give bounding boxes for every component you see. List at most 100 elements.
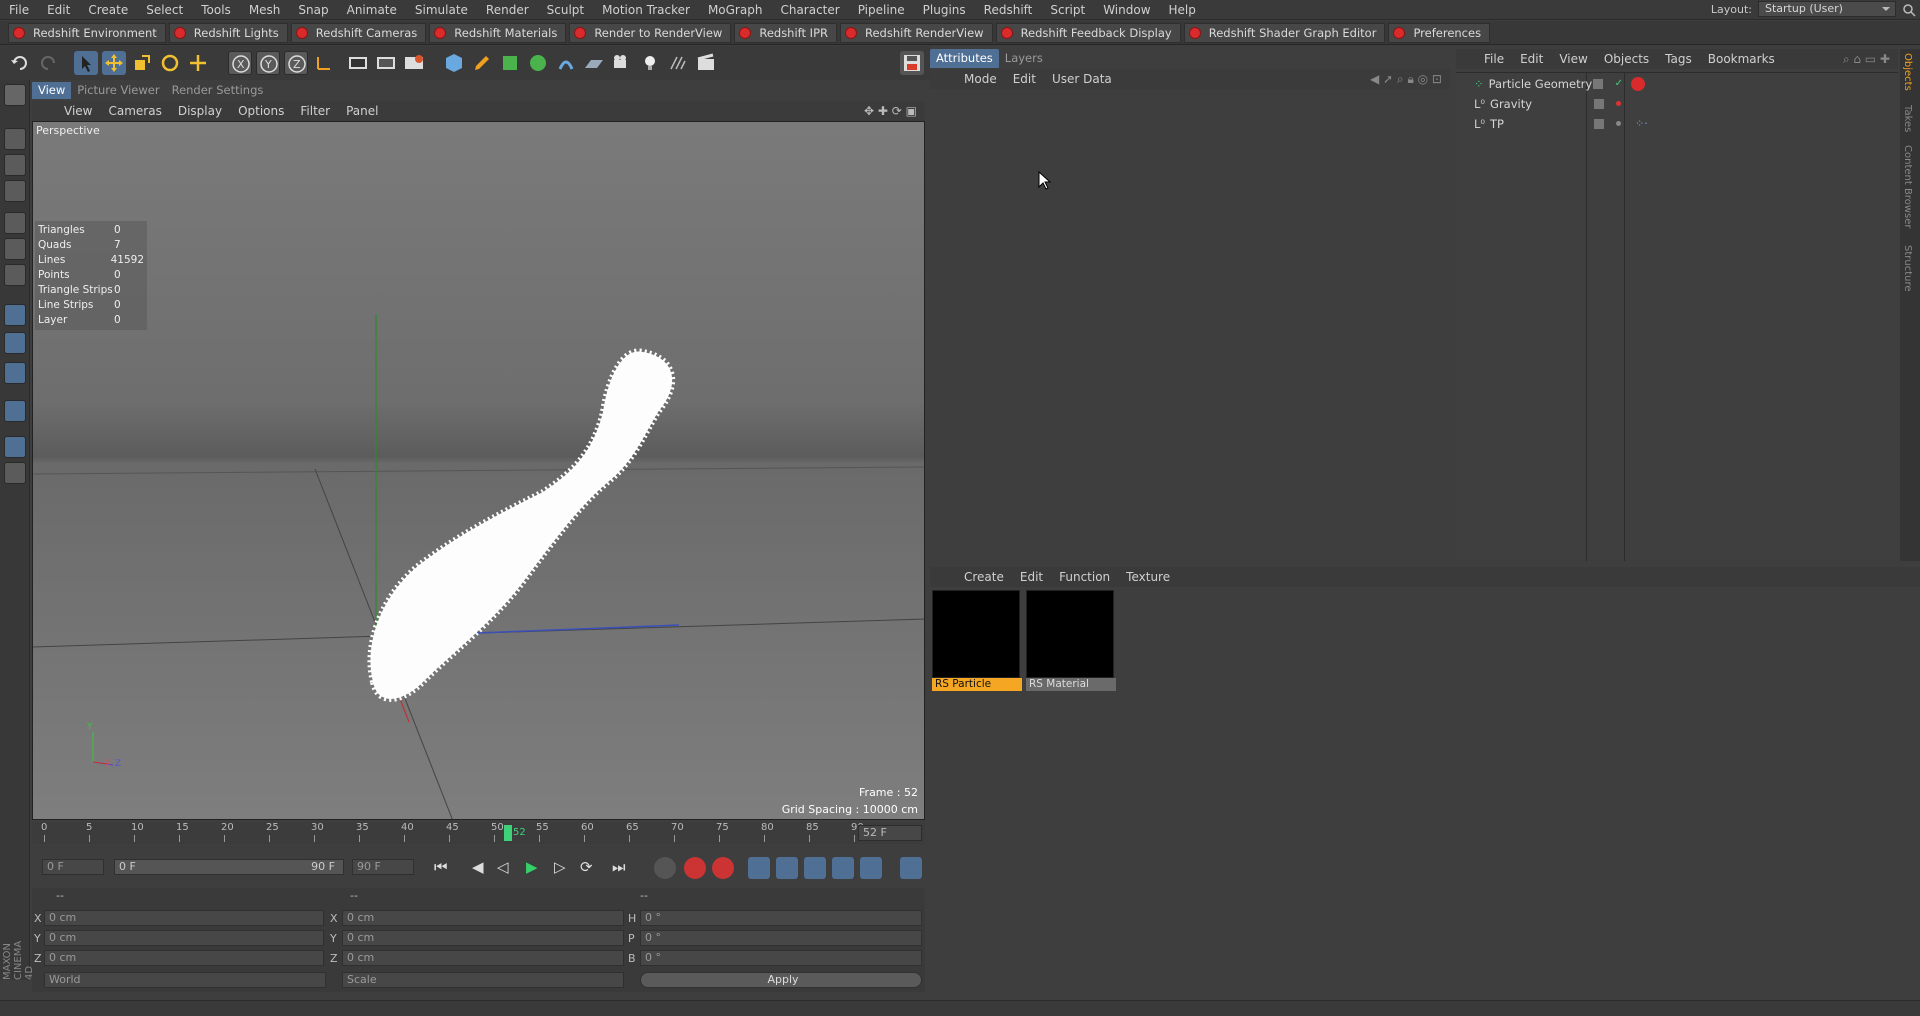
obj-menu-bookmarks[interactable]: Bookmarks xyxy=(1700,52,1783,66)
polygons-mode-icon[interactable] xyxy=(4,264,26,286)
layer-lock-icon[interactable] xyxy=(4,436,26,458)
menu-tools[interactable]: Tools xyxy=(192,3,240,17)
menu-render[interactable]: Render xyxy=(477,3,538,17)
viewport-nav-icons[interactable]: ✥ ✚ ⟳ ▣ xyxy=(864,104,917,118)
obj-menu-file[interactable]: File xyxy=(1476,52,1512,66)
menu-animate[interactable]: Animate xyxy=(338,3,406,17)
menu-character[interactable]: Character xyxy=(771,3,848,17)
scale-tool-icon[interactable] xyxy=(130,51,154,75)
material-rs-particle[interactable]: RS Particle xyxy=(932,590,1022,694)
rot-h-field[interactable]: 0 ° xyxy=(640,910,922,926)
autokey-icon[interactable] xyxy=(654,857,676,879)
menu-mesh[interactable]: Mesh xyxy=(240,3,290,17)
apply-button[interactable]: Apply xyxy=(640,972,922,988)
playhead[interactable] xyxy=(504,825,512,841)
menu-sculpt[interactable]: Sculpt xyxy=(538,3,593,17)
redshift-cameras-button[interactable]: Redshift Cameras xyxy=(290,22,427,43)
axis-mode-icon[interactable] xyxy=(4,304,26,326)
timeline-ruler[interactable]: 051015202530354045505560657075808590 52 … xyxy=(32,822,925,844)
obj-nav-icons[interactable]: ⌕ ⌂ ▭ ✚ xyxy=(1843,52,1890,67)
side-tab-content-browser[interactable]: Content Browser xyxy=(1902,145,1913,228)
keyframe-selection-icon[interactable] xyxy=(712,857,734,879)
tab-attributes[interactable]: Attributes xyxy=(930,49,999,68)
particle-tag-icon[interactable]: ⁘· xyxy=(1635,117,1648,130)
hair-icon[interactable] xyxy=(666,51,690,75)
tab-layers[interactable]: Layers xyxy=(999,49,1049,68)
menu-simulate[interactable]: Simulate xyxy=(406,3,477,17)
workplane-icon[interactable] xyxy=(4,180,26,202)
size-z-field[interactable]: 0 cm xyxy=(342,950,624,966)
magnet-icon[interactable] xyxy=(4,400,26,422)
pos-z-field[interactable]: 0 cm xyxy=(44,950,324,966)
size-y-field[interactable]: 0 cm xyxy=(342,930,624,946)
menu-file[interactable]: File xyxy=(0,3,38,17)
redshift-environment-button[interactable]: Redshift Environment xyxy=(8,22,166,43)
model-mode-icon[interactable] xyxy=(4,128,26,150)
redshift-renderview-button[interactable]: Redshift RenderView xyxy=(840,22,993,43)
light-icon[interactable] xyxy=(638,51,662,75)
obj-menu-edit[interactable]: Edit xyxy=(1512,52,1551,66)
menu-create[interactable]: Create xyxy=(79,3,137,17)
viewport-menu-cameras[interactable]: Cameras xyxy=(100,104,169,118)
viewport-menu-panel[interactable]: Panel xyxy=(338,104,386,118)
go-to-end-icon[interactable]: ⏭ xyxy=(612,858,626,876)
tab-render-settings[interactable]: Render Settings xyxy=(166,82,270,99)
preferences-button[interactable]: Preferences xyxy=(1388,22,1491,43)
x-axis-lock-icon[interactable]: X xyxy=(228,51,252,75)
pos-y-field[interactable]: 0 cm xyxy=(44,930,324,946)
viewport-menu-options[interactable]: Options xyxy=(230,104,292,118)
menu-edit[interactable]: Edit xyxy=(38,3,79,17)
layout-select[interactable]: Startup (User) xyxy=(1758,1,1896,17)
material-rs-material[interactable]: RS Material xyxy=(1026,590,1116,694)
object-name[interactable]: Gravity xyxy=(1490,97,1594,111)
mat-menu-create[interactable]: Create xyxy=(956,570,1012,584)
cube-icon[interactable] xyxy=(442,51,466,75)
obj-menu-view[interactable]: View xyxy=(1551,52,1595,66)
camera-icon[interactable] xyxy=(610,51,634,75)
play-icon[interactable]: ▶ xyxy=(526,858,538,876)
key-position-icon[interactable] xyxy=(748,857,770,879)
render-view-icon[interactable] xyxy=(346,51,370,75)
mat-menu-texture[interactable]: Texture xyxy=(1118,570,1178,584)
deformer-icon[interactable] xyxy=(554,51,578,75)
menu-window[interactable]: Window xyxy=(1094,3,1159,17)
tab-view[interactable]: View xyxy=(32,82,72,99)
go-to-start-icon[interactable]: ⏮ xyxy=(434,858,448,876)
undo-icon[interactable] xyxy=(8,51,32,75)
mat-menu-function[interactable]: Function xyxy=(1051,570,1118,584)
render-to-renderview-button[interactable]: Render to RenderView xyxy=(569,22,732,43)
key-rotation-icon[interactable] xyxy=(804,857,826,879)
key-scale-icon[interactable] xyxy=(776,857,798,879)
object-name[interactable]: Particle Geometry xyxy=(1489,77,1593,91)
object-row[interactable]: L⁰ TP ⁘· xyxy=(1456,114,1898,133)
menu-plugins[interactable]: Plugins xyxy=(914,3,975,17)
menu-mograph[interactable]: MoGraph xyxy=(699,3,772,17)
live-selection-icon[interactable] xyxy=(186,51,210,75)
points-mode-icon[interactable] xyxy=(4,212,26,234)
end-frame-field[interactable]: 90 F xyxy=(352,859,414,875)
menu-snap[interactable]: Snap xyxy=(289,3,337,17)
layer-icon[interactable] xyxy=(1594,118,1605,129)
menu-redshift[interactable]: Redshift xyxy=(975,3,1042,17)
enabled-check-icon[interactable]: ✓ xyxy=(1615,78,1623,89)
viewport-solo-icon[interactable] xyxy=(4,462,26,484)
redshift-materials-button[interactable]: Redshift Materials xyxy=(429,22,567,43)
attr-menu-user-data[interactable]: User Data xyxy=(1044,72,1120,86)
z-axis-lock-icon[interactable]: Z xyxy=(284,51,308,75)
menu-help[interactable]: Help xyxy=(1160,3,1205,17)
viewport-menu-view[interactable]: View xyxy=(56,104,100,118)
search-icon[interactable] xyxy=(1902,3,1916,17)
attr-menu-mode[interactable]: Mode xyxy=(956,72,1005,86)
snap-icon[interactable] xyxy=(4,362,26,384)
3d-viewport[interactable]: Perspective Triangles 0 Quads 7 Lines 41592… xyxy=(32,121,925,820)
redshift-feedback-display-button[interactable]: Redshift Feedback Display xyxy=(995,22,1181,43)
subdivision-icon[interactable] xyxy=(498,51,522,75)
side-tab-takes[interactable]: Takes xyxy=(1902,105,1913,132)
rot-b-field[interactable]: 0 ° xyxy=(640,950,922,966)
loop-icon[interactable]: ⟳ xyxy=(580,858,593,876)
mat-menu-edit[interactable]: Edit xyxy=(1012,570,1051,584)
viewport-menu-display[interactable]: Display xyxy=(170,104,230,118)
timeline-window-icon[interactable] xyxy=(900,857,922,879)
redshift-tag-icon[interactable] xyxy=(1631,76,1646,91)
tweak-mode-icon[interactable] xyxy=(4,332,26,354)
